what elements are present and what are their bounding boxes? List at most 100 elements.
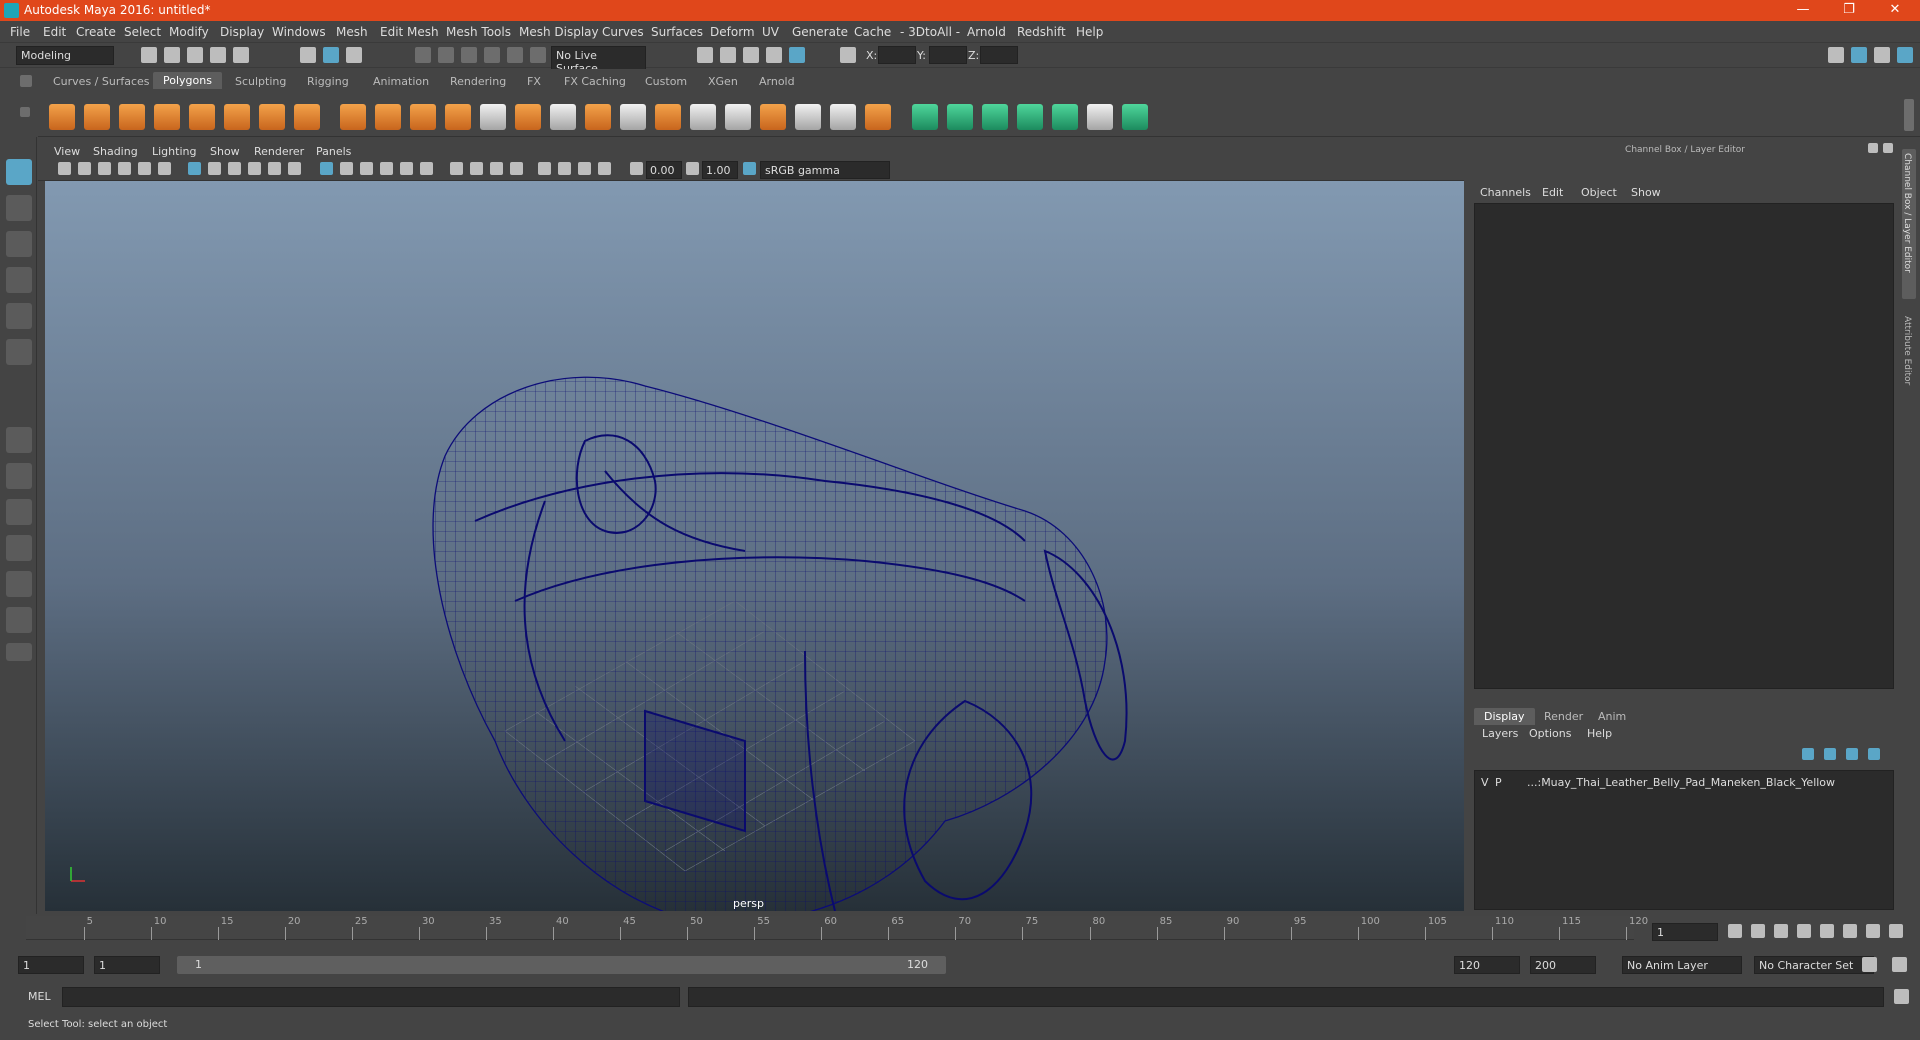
layer-menu-layers[interactable]: Layers xyxy=(1482,727,1518,740)
layer-menu-options[interactable]: Options xyxy=(1529,727,1571,740)
xray-icon[interactable] xyxy=(558,162,571,175)
layer-tab-anim[interactable]: Anim xyxy=(1588,708,1636,725)
two-d-pan-icon[interactable] xyxy=(138,162,151,175)
menu-windows[interactable]: Windows xyxy=(272,25,326,39)
poly-torus-icon[interactable] xyxy=(224,104,250,130)
attribute-editor-icon[interactable] xyxy=(1851,47,1867,63)
poly-plane-icon[interactable] xyxy=(189,104,215,130)
playback-end-field[interactable]: 120 xyxy=(1454,956,1520,974)
layer-visibility-toggle[interactable]: V xyxy=(1481,776,1489,789)
automatic-uv-icon[interactable] xyxy=(1017,104,1043,130)
script-editor-icon[interactable] xyxy=(1894,989,1909,1004)
two-pane-layout-icon[interactable] xyxy=(6,499,32,525)
shadows-icon[interactable] xyxy=(420,162,433,175)
x-field[interactable] xyxy=(878,46,916,64)
end-frame-field[interactable]: 200 xyxy=(1530,956,1596,974)
tab-arnold[interactable]: Arnold xyxy=(759,75,795,88)
xray-joints-icon[interactable] xyxy=(578,162,591,175)
anti-aliasing-icon[interactable] xyxy=(490,162,503,175)
command-input[interactable] xyxy=(62,987,680,1007)
cb-menu-show[interactable]: Show xyxy=(1631,186,1661,199)
z-field[interactable] xyxy=(980,46,1018,64)
render-view-icon[interactable] xyxy=(697,47,713,63)
quad-draw-icon[interactable] xyxy=(830,104,856,130)
current-frame-field[interactable]: 1 xyxy=(1652,923,1718,941)
vp-menu-show[interactable]: Show xyxy=(210,145,240,158)
shelf-settings-icon[interactable] xyxy=(20,107,30,117)
menu-mesh[interactable]: Mesh xyxy=(336,25,368,39)
layer-row[interactable]: V P ...:Muay_Thai_Leather_Belly_Pad_Mane… xyxy=(1477,773,1893,791)
save-scene-icon[interactable] xyxy=(187,47,203,63)
character-set-dropdown[interactable]: No Character Set xyxy=(1754,956,1874,974)
single-pane-layout-icon[interactable] xyxy=(6,427,32,453)
tab-custom[interactable]: Custom xyxy=(645,75,687,88)
auto-key-icon[interactable] xyxy=(1862,957,1877,972)
planar-uv-icon[interactable] xyxy=(912,104,938,130)
menu-display[interactable]: Display xyxy=(220,25,264,39)
tab-fx-caching[interactable]: FX Caching xyxy=(564,75,626,88)
channel-box-area[interactable] xyxy=(1474,203,1894,689)
ambient-occlusion-icon[interactable] xyxy=(450,162,463,175)
color-management-icon[interactable] xyxy=(743,162,756,175)
snap-curve-icon[interactable] xyxy=(438,47,454,63)
camera-select-icon[interactable] xyxy=(58,162,71,175)
gamma-field[interactable]: 1.00 xyxy=(702,161,738,179)
menu-file[interactable]: File xyxy=(10,25,30,39)
snap-point-icon[interactable] xyxy=(461,47,477,63)
poly-cone-icon[interactable] xyxy=(154,104,180,130)
poly-cube-icon[interactable] xyxy=(84,104,110,130)
smooth-shade-icon[interactable] xyxy=(340,162,353,175)
snap-grid-icon[interactable] xyxy=(415,47,431,63)
layer-menu-help[interactable]: Help xyxy=(1587,727,1612,740)
tab-rendering[interactable]: Rendering xyxy=(450,75,506,88)
select-hierarchy-icon[interactable] xyxy=(300,47,316,63)
go-to-end-icon[interactable] xyxy=(1889,924,1903,938)
menu-generate[interactable]: Generate xyxy=(792,25,848,39)
new-layer-icon[interactable] xyxy=(1846,748,1858,760)
tab-rigging[interactable]: Rigging xyxy=(307,75,349,88)
depth-of-field-icon[interactable] xyxy=(510,162,523,175)
perspective-viewport[interactable]: persp xyxy=(45,181,1464,911)
lights-icon[interactable] xyxy=(400,162,413,175)
poly-sphere-icon[interactable] xyxy=(49,104,75,130)
cb-menu-channels[interactable]: Channels xyxy=(1480,186,1531,199)
merge-icon[interactable] xyxy=(690,104,716,130)
vp-menu-lighting[interactable]: Lighting xyxy=(152,145,196,158)
outliner-layout-icon[interactable] xyxy=(6,535,32,561)
menu-curves[interactable]: Curves xyxy=(602,25,644,39)
undo-icon[interactable] xyxy=(210,47,226,63)
menu-deform[interactable]: Deform xyxy=(710,25,755,39)
exposure-field[interactable]: 0.00 xyxy=(646,161,682,179)
tool-settings-icon[interactable] xyxy=(1874,47,1890,63)
bridge-icon[interactable] xyxy=(550,104,576,130)
bookmark-icon[interactable] xyxy=(98,162,111,175)
gate-mask-icon[interactable] xyxy=(248,162,261,175)
spherical-uv-icon[interactable] xyxy=(982,104,1008,130)
field-chart-icon[interactable] xyxy=(268,162,281,175)
render-frame-icon[interactable] xyxy=(720,47,736,63)
smooth-icon[interactable] xyxy=(445,104,471,130)
playback-start-field[interactable]: 1 xyxy=(94,956,160,974)
step-back-key-icon[interactable] xyxy=(1774,924,1788,938)
shelf-menu-icon[interactable] xyxy=(20,75,32,87)
extrude-icon[interactable] xyxy=(515,104,541,130)
restore-button[interactable]: ❐ xyxy=(1826,0,1872,21)
menu-mesh-tools[interactable]: Mesh Tools xyxy=(446,25,511,39)
mel-label[interactable]: MEL xyxy=(28,990,51,1003)
go-to-start-icon[interactable] xyxy=(1728,924,1742,938)
image-plane-icon[interactable] xyxy=(118,162,131,175)
menu-edit-mesh[interactable]: Edit Mesh xyxy=(380,25,439,39)
close-panel-icon[interactable] xyxy=(1883,143,1893,153)
snap-view-icon[interactable] xyxy=(484,47,500,63)
y-field[interactable] xyxy=(929,46,967,64)
textured-icon[interactable] xyxy=(380,162,393,175)
menu-select[interactable]: Select xyxy=(124,25,161,39)
start-frame-field[interactable]: 1 xyxy=(18,956,84,974)
grid-icon[interactable] xyxy=(188,162,201,175)
separate-icon[interactable] xyxy=(375,104,401,130)
menu-help[interactable]: Help xyxy=(1076,25,1103,39)
move-tool-icon[interactable] xyxy=(6,267,32,293)
new-layer-selected-icon[interactable] xyxy=(1868,748,1880,760)
lasso-tool-icon[interactable] xyxy=(6,195,32,221)
vp-menu-view[interactable]: View xyxy=(54,145,80,158)
